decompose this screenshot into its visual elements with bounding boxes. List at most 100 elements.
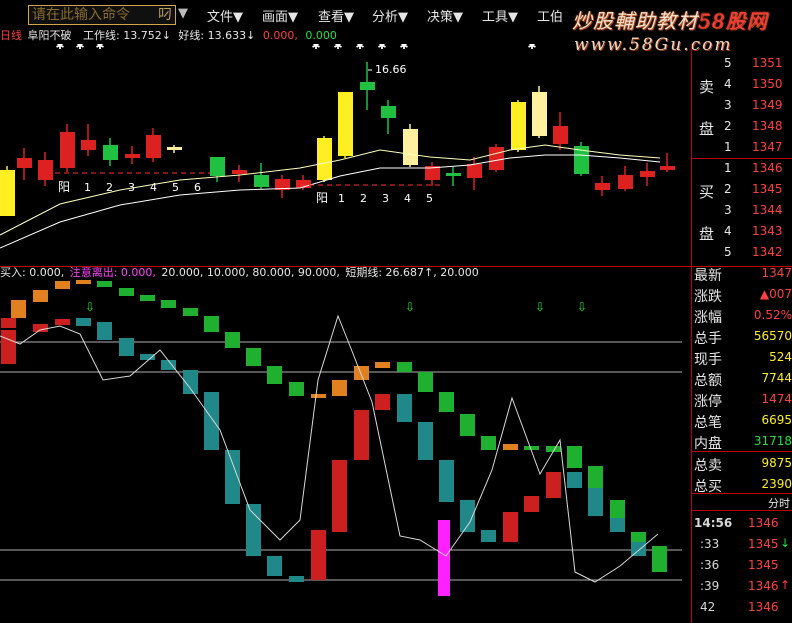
- indicator-bar: [1, 318, 16, 328]
- indicator-bar: [161, 300, 176, 308]
- tick-row[interactable]: 14:56 1346: [692, 513, 792, 534]
- candle-body: [0, 170, 15, 216]
- buy-row-5[interactable]: 5 1342: [692, 242, 792, 263]
- main-candlestick-chart[interactable]: ✱ ✱ ✱ ✱ ✱ ✱ ✱ ✱ ✱16.66阳 1 2 3 4 5 6阳 1 2 3 4 5: [0, 44, 691, 266]
- down-arrow-icon: ⇩: [535, 300, 545, 314]
- indicator-bar: [289, 576, 304, 582]
- indicator-bar: [610, 500, 625, 518]
- sequence-number: 2: [360, 192, 367, 205]
- tick-row[interactable]: :36 1345: [692, 555, 792, 576]
- indicator-bar: [332, 380, 347, 396]
- sequence-number: 1: [84, 181, 91, 194]
- attention-label: 注意离出: 0.000,: [69, 266, 156, 279]
- sell-row-2[interactable]: 2 1348: [692, 116, 792, 137]
- peak-price-label: 16.66: [375, 63, 407, 76]
- tick-row[interactable]: :33 1345 ↓: [692, 534, 792, 555]
- indicator-bar: [439, 460, 454, 502]
- menu-file[interactable]: 文件▼: [207, 6, 243, 25]
- tick-row[interactable]: :39 1346 ↑: [692, 576, 792, 597]
- stat-label: 总手: [694, 331, 722, 347]
- stat-row: 总额 7744: [692, 368, 792, 389]
- indicator-bar: [546, 472, 561, 498]
- indicator-bar: [55, 319, 70, 325]
- sequence-number: 3: [128, 181, 135, 194]
- indicator-bar: [140, 295, 155, 301]
- candle-body: [553, 126, 568, 144]
- buy-row-3[interactable]: 3 1344: [692, 200, 792, 221]
- sequence-number: 3: [382, 192, 389, 205]
- menu-view[interactable]: 查看▼: [318, 6, 354, 25]
- candle-body: [360, 82, 375, 90]
- star-marker-icon: ✱: [355, 44, 364, 52]
- candle-body: [38, 160, 53, 180]
- stat-value: 0.52%: [753, 308, 792, 322]
- indicator-bar: [397, 362, 412, 372]
- menu-tools[interactable]: 工具▼: [482, 6, 518, 25]
- sequence-number: 4: [150, 181, 157, 194]
- stat-value: 524: [769, 350, 792, 364]
- buy-row-1[interactable]: 1 1346: [692, 158, 792, 179]
- indicator-bar: [397, 394, 412, 422]
- indicator-bar: [97, 281, 112, 287]
- tick-panel-header[interactable]: 分时: [692, 494, 792, 510]
- indicator-bar: [460, 414, 475, 436]
- menu-decision[interactable]: 决策▼: [427, 6, 463, 25]
- stats-divider: [692, 451, 792, 452]
- indicator-bar: [267, 366, 282, 384]
- indicator-bar: [588, 488, 603, 516]
- stat-row: 内盘 31718: [692, 431, 792, 452]
- stat-label: 最新: [694, 268, 722, 284]
- yang-label: 阳: [58, 180, 70, 194]
- stat-label: 总笔: [694, 415, 722, 431]
- buy-row-2[interactable]: 2 1345: [692, 179, 792, 200]
- down-arrow-icon: ⇩: [577, 300, 587, 314]
- sequence-number: 4: [404, 192, 411, 205]
- indicator-bar: [246, 348, 261, 366]
- ticks-divider: [692, 510, 792, 511]
- sell-row-3[interactable]: 3 1349: [692, 95, 792, 116]
- menu-analysis[interactable]: 分析▼: [372, 6, 408, 25]
- stat-value: 6695: [761, 413, 792, 427]
- good-line-value: 好线: 13.633↓: [178, 29, 256, 42]
- tick-time: 14:56: [694, 516, 733, 530]
- candle-body: [317, 138, 332, 180]
- tick-time: :39: [700, 579, 720, 593]
- sell-row-5[interactable]: 5 1351: [692, 53, 792, 74]
- sub-indicator-chart[interactable]: ⇩ ⇩ ⇩ ⇩: [0, 280, 691, 623]
- stat-value: 7744: [761, 371, 792, 385]
- stat-row: 总买 2390: [692, 474, 792, 495]
- candle-body: [467, 164, 482, 178]
- star-marker-icon: ✱: [399, 44, 408, 52]
- candle-body: [60, 132, 75, 168]
- value-2: 0.000: [305, 29, 337, 42]
- command-input[interactable]: 请在此输入命令 叼: [28, 5, 176, 25]
- candle-body: [660, 166, 675, 170]
- sequence-number: 2: [106, 181, 113, 194]
- tick-price: 1345: [748, 558, 779, 572]
- indicator-bar: [204, 316, 219, 332]
- formula-name[interactable]: 阜阳不破: [28, 29, 72, 42]
- candle-body: [640, 171, 655, 177]
- buy-row-4[interactable]: 4 1343: [692, 221, 792, 242]
- sell-row-4[interactable]: 4 1350: [692, 74, 792, 95]
- indicator-bar: [246, 504, 261, 556]
- indicator-bar: [652, 546, 667, 554]
- indicator-bar: [652, 554, 667, 572]
- star-marker-icon: ✱: [95, 44, 104, 52]
- sell-row-1[interactable]: 1 1347: [692, 137, 792, 158]
- tick-row[interactable]: 42 1346: [692, 597, 792, 618]
- star-marker-icon: ✱: [75, 44, 84, 52]
- chart-divider: [0, 266, 792, 267]
- candle-body: [511, 102, 526, 150]
- menu-more[interactable]: 工伯: [537, 6, 563, 25]
- stat-label: 内盘: [694, 436, 722, 452]
- indicator-bar: [289, 382, 304, 396]
- sequence-number: 5: [426, 192, 433, 205]
- period-label[interactable]: 日线: [0, 29, 22, 42]
- menu-screen[interactable]: 画面▼: [262, 6, 298, 25]
- menu-scroll-arrow[interactable]: ▼: [178, 6, 188, 21]
- indicator-bar: [631, 532, 646, 542]
- indicator-bar: [418, 422, 433, 460]
- candle-body: [125, 154, 140, 158]
- indicator-bar: [225, 332, 240, 348]
